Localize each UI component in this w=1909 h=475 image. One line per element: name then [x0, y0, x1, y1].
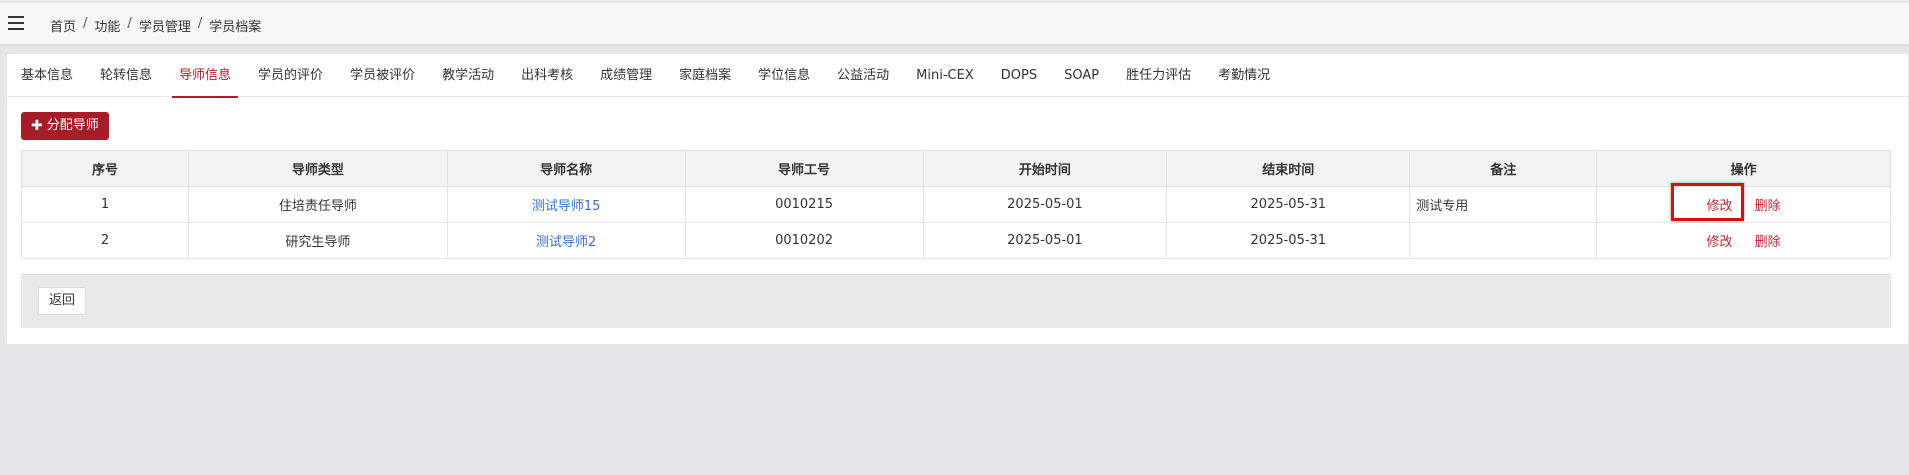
- header-index: 序号: [21, 150, 189, 187]
- cell-mentor-name: 测试导师15: [446, 186, 686, 223]
- cell-mentor-code: 0010215: [684, 186, 924, 223]
- tab-rotation-info[interactable]: 轮转信息: [93, 54, 159, 97]
- edit-button[interactable]: 修改: [1706, 235, 1732, 250]
- mentor-name-link[interactable]: 测试导师2: [536, 235, 596, 250]
- header-end-time: 结束时间: [1166, 150, 1411, 187]
- delete-button[interactable]: 删除: [1755, 235, 1781, 250]
- cell-mentor-name: 测试导师2: [446, 222, 686, 259]
- cell-index: 1: [21, 186, 189, 223]
- tab-soap[interactable]: SOAP: [1057, 54, 1106, 97]
- table-row: 2 研究生导师 测试导师2 0010202 2025-05-01 2025-05…: [21, 222, 1891, 259]
- tab-basic-info[interactable]: 基本信息: [14, 54, 80, 97]
- tab-competency-assessment[interactable]: 胜任力评估: [1119, 54, 1198, 97]
- breadcrumb-student-archive: 学员档案: [209, 20, 262, 35]
- tab-public-welfare[interactable]: 公益活动: [830, 54, 896, 97]
- cell-end-time: 2025-05-31: [1166, 186, 1411, 223]
- main-card: 基本信息 轮转信息 导师信息 学员的评价 学员被评价 教学活动 出科考核 成绩管…: [7, 54, 1908, 344]
- cell-end-time: 2025-05-31: [1166, 222, 1411, 259]
- delete-button[interactable]: 删除: [1755, 199, 1781, 214]
- header-actions: 操作: [1596, 150, 1891, 187]
- header-remark: 备注: [1409, 150, 1598, 187]
- back-button[interactable]: 返回: [38, 287, 87, 315]
- cell-actions: 修改 删除: [1596, 183, 1891, 223]
- header-mentor-name: 导师名称: [446, 150, 686, 187]
- cell-start-time: 2025-05-01: [922, 222, 1168, 259]
- plus-icon: ✚: [31, 118, 43, 134]
- tab-dops[interactable]: DOPS: [994, 54, 1044, 97]
- edit-wrapper: 修改: [1671, 183, 1745, 221]
- breadcrumb: 首页 / 功能 / 学员管理 / 学员档案: [50, 16, 261, 35]
- breadcrumb-student-management[interactable]: 学员管理: [139, 16, 191, 35]
- assign-mentor-label: 分配导师: [46, 118, 99, 133]
- cell-mentor-type: 住培责任导师: [187, 186, 448, 223]
- tab-mini-cex[interactable]: Mini-CEX: [909, 54, 981, 97]
- tab-family-archive[interactable]: 家庭档案: [672, 54, 738, 97]
- cell-start-time: 2025-05-01: [922, 186, 1168, 223]
- cell-remark: [1409, 222, 1598, 259]
- cell-mentor-code: 0010202: [684, 222, 924, 259]
- cell-remark: 测试专用: [1409, 186, 1598, 223]
- tab-bar: 基本信息 轮转信息 导师信息 学员的评价 学员被评价 教学活动 出科考核 成绩管…: [7, 54, 1908, 98]
- tab-mentor-info[interactable]: 导师信息: [172, 54, 239, 98]
- tab-student-evaluations[interactable]: 学员的评价: [251, 54, 330, 97]
- header-mentor-code: 导师工号: [684, 150, 924, 187]
- assign-mentor-button[interactable]: ✚ 分配导师: [21, 112, 109, 140]
- header-start-time: 开始时间: [922, 150, 1168, 187]
- tab-student-evaluated[interactable]: 学员被评价: [343, 54, 422, 97]
- menu-icon[interactable]: [8, 16, 24, 30]
- tab-department-exam[interactable]: 出科考核: [514, 54, 580, 97]
- mentor-name-link[interactable]: 测试导师15: [532, 199, 601, 214]
- edit-button[interactable]: 修改: [1706, 199, 1732, 214]
- tab-grade-management[interactable]: 成绩管理: [593, 54, 659, 97]
- table-row: 1 住培责任导师 测试导师15 0010215 2025-05-01 2025-…: [21, 183, 1891, 223]
- tab-attendance[interactable]: 考勤情况: [1211, 54, 1277, 97]
- cell-mentor-type: 研究生导师: [187, 222, 448, 259]
- header-mentor-type: 导师类型: [187, 150, 448, 187]
- breadcrumb-separator: /: [197, 16, 203, 31]
- cell-index: 2: [21, 222, 189, 259]
- form-footer: 返回: [21, 274, 1891, 328]
- tab-degree-info[interactable]: 学位信息: [751, 54, 817, 97]
- breadcrumb-separator: /: [127, 16, 132, 31]
- mentor-table: 序号 导师类型 导师名称 导师工号 开始时间 结束时间 备注 操作 1 住培责任…: [21, 150, 1891, 259]
- table-header-row: 序号 导师类型 导师名称 导师工号 开始时间 结束时间 备注 操作: [21, 150, 1891, 187]
- breadcrumb-separator: /: [83, 16, 88, 31]
- top-bar: 首页 / 功能 / 学员管理 / 学员档案: [0, 3, 1909, 45]
- breadcrumb-home[interactable]: 首页: [50, 16, 76, 35]
- breadcrumb-function[interactable]: 功能: [94, 16, 120, 35]
- cell-actions: 修改 删除: [1596, 222, 1891, 259]
- tab-teaching-activities[interactable]: 教学活动: [435, 54, 501, 97]
